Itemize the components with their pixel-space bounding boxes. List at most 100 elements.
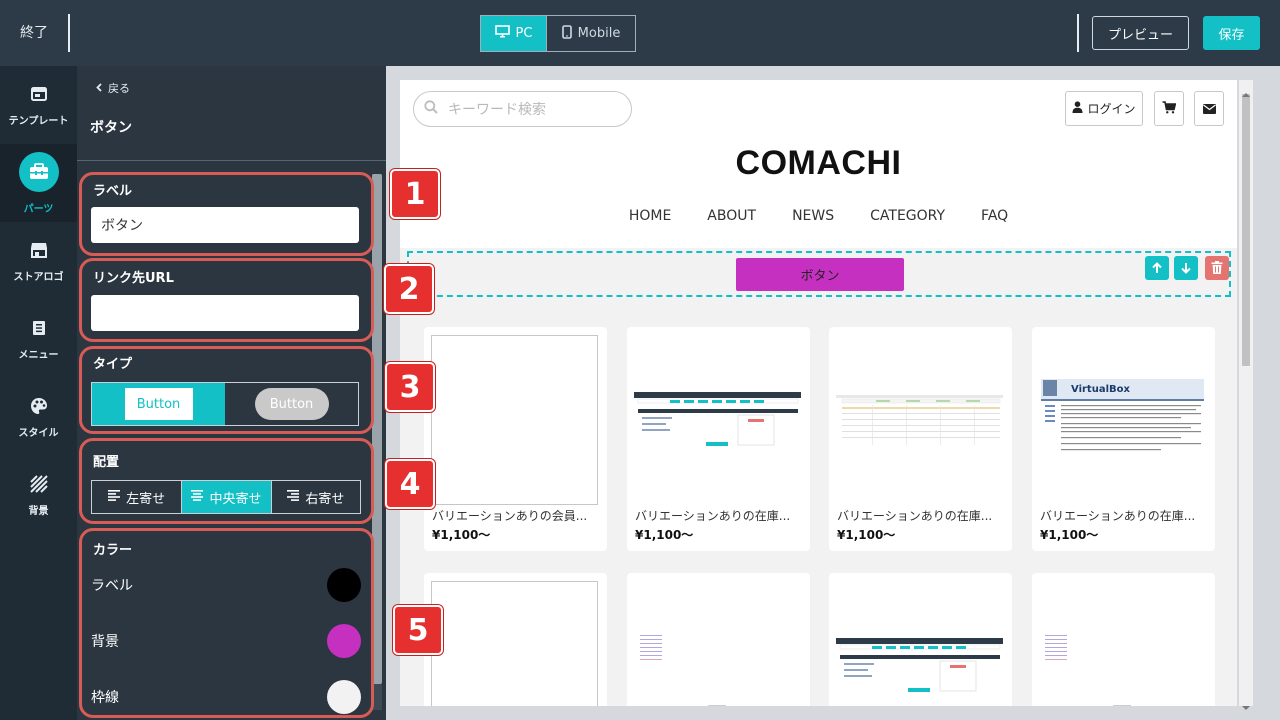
type-square-preview: Button bbox=[124, 388, 193, 420]
device-toggle: PC Mobile bbox=[480, 15, 636, 52]
save-button[interactable]: 保存 bbox=[1203, 16, 1260, 50]
product-card[interactable] bbox=[424, 573, 607, 706]
background-color-swatch[interactable] bbox=[327, 624, 361, 658]
link-url-section: リンク先URL bbox=[79, 258, 374, 342]
site-preview-scrollbar-thumb[interactable] bbox=[1242, 94, 1250, 366]
delete-button[interactable] bbox=[1205, 256, 1229, 280]
chevron-left-icon bbox=[96, 82, 102, 95]
product-card[interactable] bbox=[1032, 573, 1215, 706]
site-mail-button[interactable] bbox=[1194, 91, 1224, 126]
callout-badge-4: 4 bbox=[385, 459, 435, 509]
link-url-input[interactable] bbox=[91, 295, 359, 331]
color-row-border-text: 枠線 bbox=[91, 690, 119, 706]
site-nav-about[interactable]: ABOUT bbox=[695, 208, 768, 224]
site-brand-logo[interactable]: COMACHI bbox=[400, 144, 1237, 183]
product-image-broken bbox=[431, 335, 598, 505]
product-name: バリエーションありの在庫... bbox=[635, 509, 791, 523]
align-left-button[interactable]: 左寄せ bbox=[92, 481, 181, 513]
type-square-option[interactable]: Button bbox=[92, 383, 225, 425]
align-center-icon bbox=[191, 489, 204, 505]
move-up-button[interactable] bbox=[1145, 256, 1169, 280]
cart-icon bbox=[1162, 99, 1177, 118]
product-card[interactable]: バリエーションありの在庫... ¥1,100〜 bbox=[829, 327, 1012, 551]
color-row-background-text: 背景 bbox=[91, 634, 119, 650]
site-nav-news[interactable]: NEWS bbox=[780, 208, 846, 224]
callout-badge-2: 2 bbox=[384, 264, 434, 314]
align-center-button[interactable]: 中央寄せ bbox=[181, 481, 271, 513]
site-preview: キーワード検索 ログイン COMACHI HOME ABOUT NEWS CAT… bbox=[400, 80, 1237, 706]
rail-item-style[interactable]: スタイル bbox=[0, 378, 77, 456]
store-icon bbox=[29, 240, 49, 260]
arrow-down-icon bbox=[1180, 259, 1192, 278]
background-pattern-icon bbox=[29, 474, 49, 494]
site-nav-faq[interactable]: FAQ bbox=[969, 208, 1020, 224]
scroll-up-arrow-icon[interactable] bbox=[1241, 83, 1251, 102]
align-right-label: 右寄せ bbox=[305, 491, 345, 507]
color-section-title: カラー bbox=[93, 543, 133, 558]
divider bbox=[1077, 14, 1079, 52]
trash-icon bbox=[1211, 259, 1223, 278]
device-mobile-label: Mobile bbox=[577, 26, 621, 41]
site-login-button[interactable]: ログイン bbox=[1065, 91, 1143, 126]
label-input[interactable]: ボタン bbox=[91, 207, 359, 243]
rail-label: ストアロゴ bbox=[13, 271, 64, 283]
color-row-label: ラベル bbox=[91, 567, 361, 603]
site-nav-category[interactable]: CATEGORY bbox=[858, 208, 957, 224]
type-selector: Button Button bbox=[91, 382, 359, 426]
palette-icon bbox=[29, 396, 49, 416]
device-pc-label: PC bbox=[515, 26, 533, 41]
type-section: タイプ Button Button bbox=[79, 346, 374, 434]
device-pc-button[interactable]: PC bbox=[481, 16, 546, 51]
virtualbox-logo-text: VirtualBox bbox=[1071, 384, 1130, 395]
rail-item-template[interactable]: テンプレート bbox=[0, 66, 77, 144]
site-preview-button[interactable]: ボタン bbox=[736, 258, 904, 291]
site-cart-button[interactable] bbox=[1154, 91, 1184, 126]
color-row-label-text: ラベル bbox=[91, 578, 133, 594]
site-login-label: ログイン bbox=[1087, 102, 1136, 116]
exit-button[interactable]: 終了 bbox=[20, 22, 48, 42]
back-label: 戻る bbox=[108, 82, 130, 95]
envelope-icon bbox=[1202, 99, 1216, 118]
site-nav: HOME ABOUT NEWS CATEGORY FAQ bbox=[400, 208, 1237, 224]
product-card[interactable]: バリエーションありの在庫... ¥1,100〜 bbox=[627, 327, 810, 551]
selected-button-block[interactable]: ボタン bbox=[407, 251, 1231, 297]
product-card[interactable] bbox=[829, 573, 1012, 706]
left-icon-rail: テンプレート パーツ ストアロゴ メニュー スタイル 背景 bbox=[0, 66, 77, 720]
preview-button[interactable]: プレビュー bbox=[1092, 16, 1189, 50]
product-card[interactable]: バリエーションありの会員... ¥1,100〜 bbox=[424, 327, 607, 551]
color-row-border: 枠線 bbox=[91, 679, 361, 715]
product-image: VirtualBox bbox=[1039, 335, 1206, 505]
product-image bbox=[634, 581, 801, 706]
rail-item-parts[interactable]: パーツ bbox=[0, 144, 77, 222]
alignment-section-title: 配置 bbox=[93, 455, 120, 470]
type-rounded-preview: Button bbox=[254, 388, 329, 420]
product-card[interactable]: VirtualBox バリエーションありの在庫... ¥1,100〜 bbox=[1032, 327, 1215, 551]
site-preview-scrollbar[interactable] bbox=[1239, 80, 1253, 706]
back-link[interactable]: 戻る bbox=[96, 80, 130, 96]
rail-item-background[interactable]: 背景 bbox=[0, 456, 77, 534]
product-card[interactable] bbox=[627, 573, 810, 706]
panel-title: ボタン bbox=[90, 120, 132, 136]
menu-list-icon bbox=[29, 318, 49, 338]
toolbox-icon bbox=[18, 151, 59, 192]
move-down-button[interactable] bbox=[1174, 256, 1198, 280]
rail-label: パーツ bbox=[23, 203, 54, 215]
rail-item-menu[interactable]: メニュー bbox=[0, 300, 77, 378]
product-name: バリエーションありの会員... bbox=[432, 509, 588, 523]
site-search-input[interactable]: キーワード検索 bbox=[413, 91, 632, 127]
site-nav-home[interactable]: HOME bbox=[617, 208, 683, 224]
product-image bbox=[836, 335, 1003, 505]
site-header: キーワード検索 ログイン COMACHI HOME ABOUT NEWS CAT… bbox=[400, 80, 1237, 248]
type-section-title: タイプ bbox=[93, 357, 133, 372]
label-color-swatch[interactable] bbox=[327, 568, 361, 602]
product-image-broken bbox=[431, 581, 598, 706]
divider bbox=[68, 14, 70, 52]
rail-label: テンプレート bbox=[8, 115, 69, 127]
type-rounded-option[interactable]: Button bbox=[225, 383, 358, 425]
rail-item-store-logo[interactable]: ストアロゴ bbox=[0, 222, 77, 300]
scroll-down-arrow-icon[interactable] bbox=[1241, 696, 1251, 715]
border-color-swatch[interactable] bbox=[327, 680, 361, 714]
device-mobile-button[interactable]: Mobile bbox=[546, 16, 635, 51]
template-icon bbox=[29, 84, 49, 104]
align-right-button[interactable]: 右寄せ bbox=[270, 481, 360, 513]
